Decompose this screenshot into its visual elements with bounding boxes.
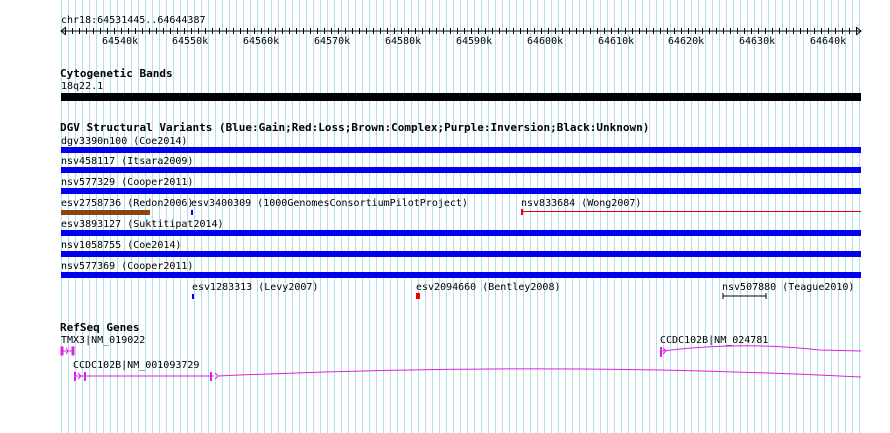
gene-model-ccdc102b-nm-001093729[interactable] — [0, 0, 890, 433]
genome-browser-panel: chr18:64531445..64644387 64540k 64550k 6… — [0, 0, 890, 433]
